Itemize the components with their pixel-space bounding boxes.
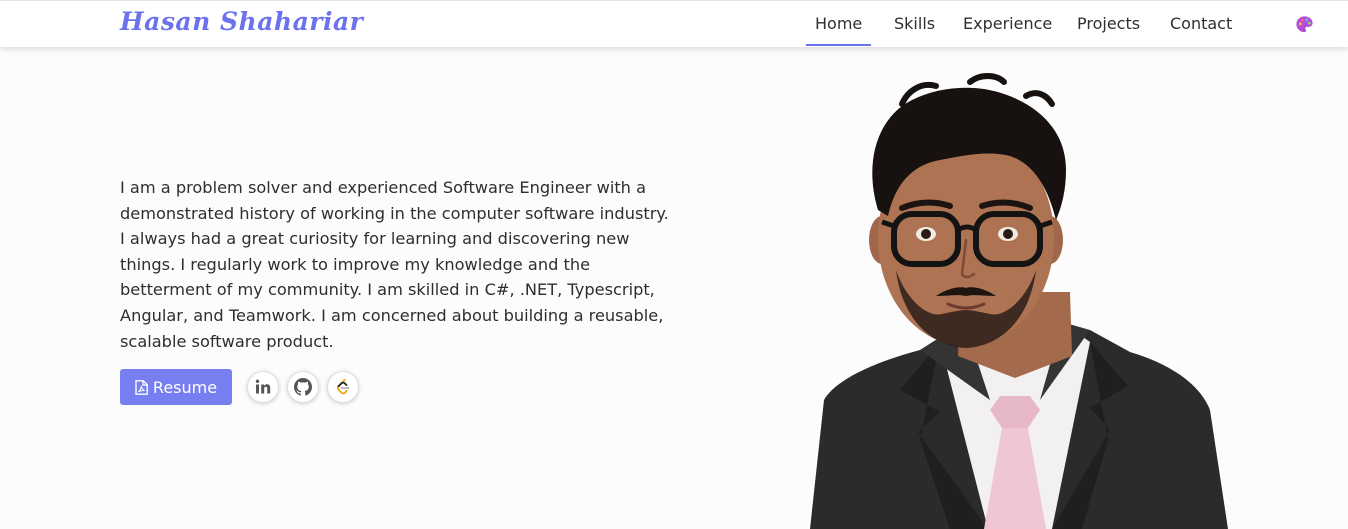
linkedin-icon: [255, 379, 271, 394]
nav-projects[interactable]: Projects: [1076, 14, 1141, 33]
github-link[interactable]: [287, 371, 319, 403]
top-navbar: Hasan Shahariar Home Skills Experience P…: [0, 0, 1348, 47]
intro-line: demonstrated history of working in the c…: [120, 203, 669, 223]
nav-contact[interactable]: Contact: [1169, 14, 1233, 33]
intro-line: things. I regularly work to improve my k…: [120, 254, 591, 274]
intro-line: I am a problem solver and experienced So…: [120, 178, 647, 197]
resume-button[interactable]: Resume: [120, 369, 232, 405]
resume-label: Resume: [152, 377, 218, 397]
linkedin-link[interactable]: [247, 371, 279, 403]
nav-home[interactable]: Home: [805, 14, 872, 46]
pdf-file-icon: [135, 379, 148, 395]
intro-line: I always had a great curiosity for learn…: [120, 229, 630, 249]
palette-icon[interactable]: [1295, 15, 1314, 34]
leetcode-icon: [336, 378, 350, 395]
profile-portrait: [810, 73, 1228, 529]
intro-line: scalable software product.: [120, 331, 334, 351]
intro-paragraph: I am a problem solver and experienced So…: [120, 175, 680, 354]
intro-line: betterment of my community. I am skilled…: [120, 280, 655, 300]
brand-logo[interactable]: Hasan Shahariar: [120, 7, 363, 36]
intro-line: Angular, and Teamwork. I am concerned ab…: [120, 305, 664, 325]
nav-experience[interactable]: Experience: [962, 14, 1053, 33]
github-icon: [294, 378, 312, 396]
leetcode-link[interactable]: [327, 371, 359, 403]
nav-skills[interactable]: Skills: [893, 14, 936, 33]
